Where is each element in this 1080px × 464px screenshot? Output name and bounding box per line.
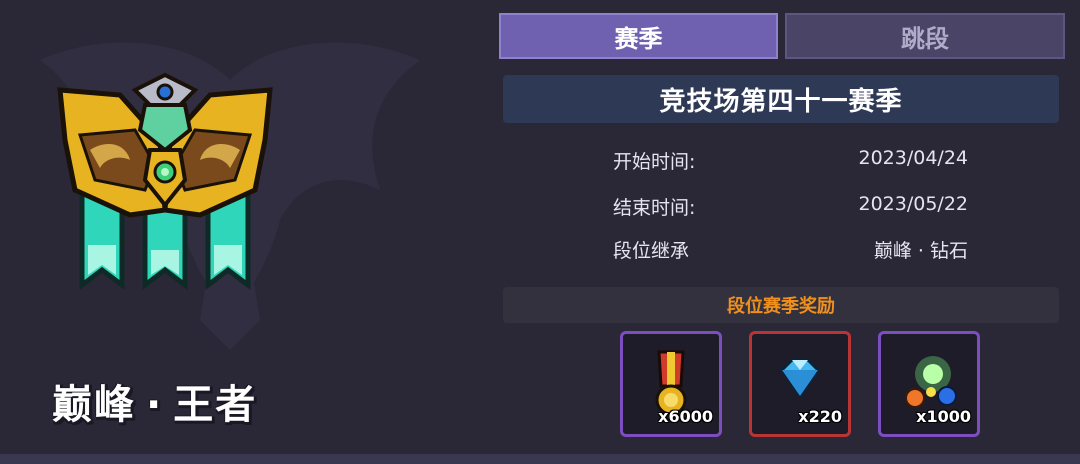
- tab-rank-jump-label: 跳段: [901, 24, 949, 53]
- season-title: 竞技场第四十一赛季: [503, 75, 1059, 123]
- start-time-value: 2023/04/24: [858, 147, 968, 169]
- reward-energy[interactable]: x1000: [878, 331, 980, 437]
- rewards-header: 段位赛季奖励: [503, 287, 1059, 323]
- end-time-value: 2023/05/22: [858, 193, 968, 215]
- rank-display-panel: 巅峰 · 王者: [0, 0, 490, 454]
- rank-inherit-row: 段位继承 巅峰 · 钻石: [613, 236, 973, 266]
- end-time-label: 结束时间:: [613, 197, 696, 219]
- start-time-row: 开始时间: 2023/04/24: [613, 147, 973, 177]
- rank-separator: ·: [146, 382, 164, 428]
- reward-energy-count: x1000: [916, 407, 971, 426]
- bottom-divider: [0, 454, 1080, 464]
- reward-gems[interactable]: x220: [749, 331, 851, 437]
- king-rank-emblem-icon: [57, 72, 273, 290]
- reward-medal[interactable]: x6000: [620, 331, 722, 437]
- rank-name: 巅峰 · 王者: [52, 372, 257, 430]
- tab-season[interactable]: 赛季: [499, 13, 778, 59]
- end-time-row: 结束时间: 2023/05/22: [613, 193, 973, 223]
- reward-medal-count: x6000: [658, 407, 713, 426]
- rank-level: 王者: [173, 382, 258, 428]
- rank-inherit-value: 巅峰 · 钻石: [873, 240, 968, 262]
- start-time-label: 开始时间:: [613, 151, 696, 173]
- rank-inherit-label: 段位继承: [613, 240, 690, 262]
- rank-tier: 巅峰: [52, 382, 136, 428]
- tab-season-label: 赛季: [614, 24, 663, 53]
- tab-rank-jump[interactable]: 跳段: [785, 13, 1065, 59]
- reward-gems-count: x220: [798, 407, 842, 426]
